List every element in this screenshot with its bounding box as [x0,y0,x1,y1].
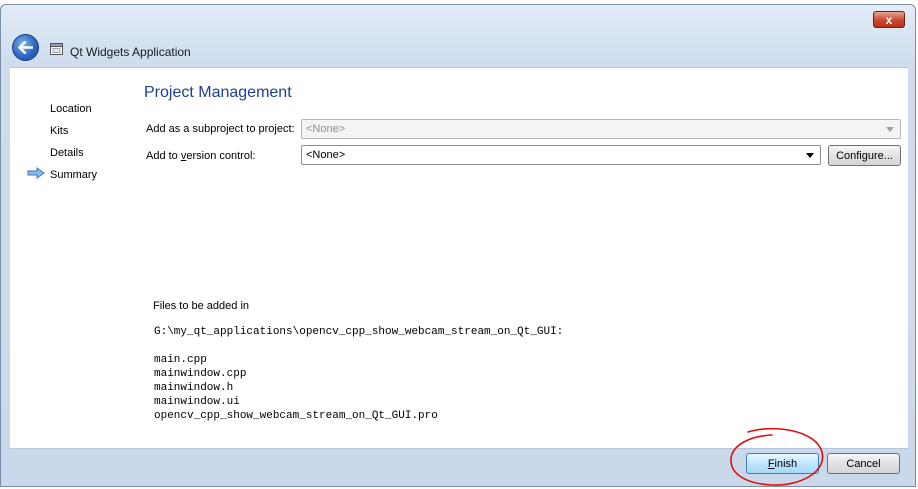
current-step-arrow-icon [27,167,45,179]
version-control-combo[interactable]: <None> [301,145,821,165]
finish-button[interactable]: Finish [746,453,819,474]
subproject-label: Add as a subproject to project: [146,123,295,135]
configure-button[interactable]: Configure... [828,145,901,166]
window-title: Qt Widgets Application [70,45,191,59]
file-item-mainwindow-h: mainwindow.h [154,382,234,394]
chevron-down-icon [806,153,814,158]
sidebar-item-location: Location [50,103,92,115]
files-path: G:\my_qt_applications\opencv_cpp_show_we… [154,326,564,338]
file-item-main-cpp: main.cpp [154,354,207,366]
file-item-pro: opencv_cpp_show_webcam_stream_on_Qt_GUI.… [154,410,438,422]
subproject-combo: <None> [301,119,901,139]
file-item-mainwindow-ui: mainwindow.ui [154,396,240,408]
wizard-content: Location Kits Details Summary Project Ma… [10,67,908,449]
page-title: Project Management [144,84,292,101]
version-control-combo-value: <None> [306,149,346,161]
chevron-down-icon [886,127,894,132]
back-button[interactable] [12,34,39,61]
wizard-window: x Qt Widgets Application Location Kits D… [0,4,916,487]
back-arrow-icon [18,41,33,54]
version-control-label: Add to version control: [146,150,256,162]
sidebar-item-details: Details [50,147,84,159]
subproject-combo-value: <None> [306,123,346,135]
sidebar-item-kits: Kits [50,125,69,137]
close-icon: x [885,12,893,27]
footer-separator [10,448,908,449]
cancel-button[interactable]: Cancel [827,453,900,474]
app-window-icon [50,43,63,55]
sidebar-item-summary: Summary [50,169,98,181]
file-item-mainwindow-cpp: mainwindow.cpp [154,368,247,380]
close-button[interactable]: x [873,11,905,28]
files-heading: Files to be added in [153,300,250,312]
